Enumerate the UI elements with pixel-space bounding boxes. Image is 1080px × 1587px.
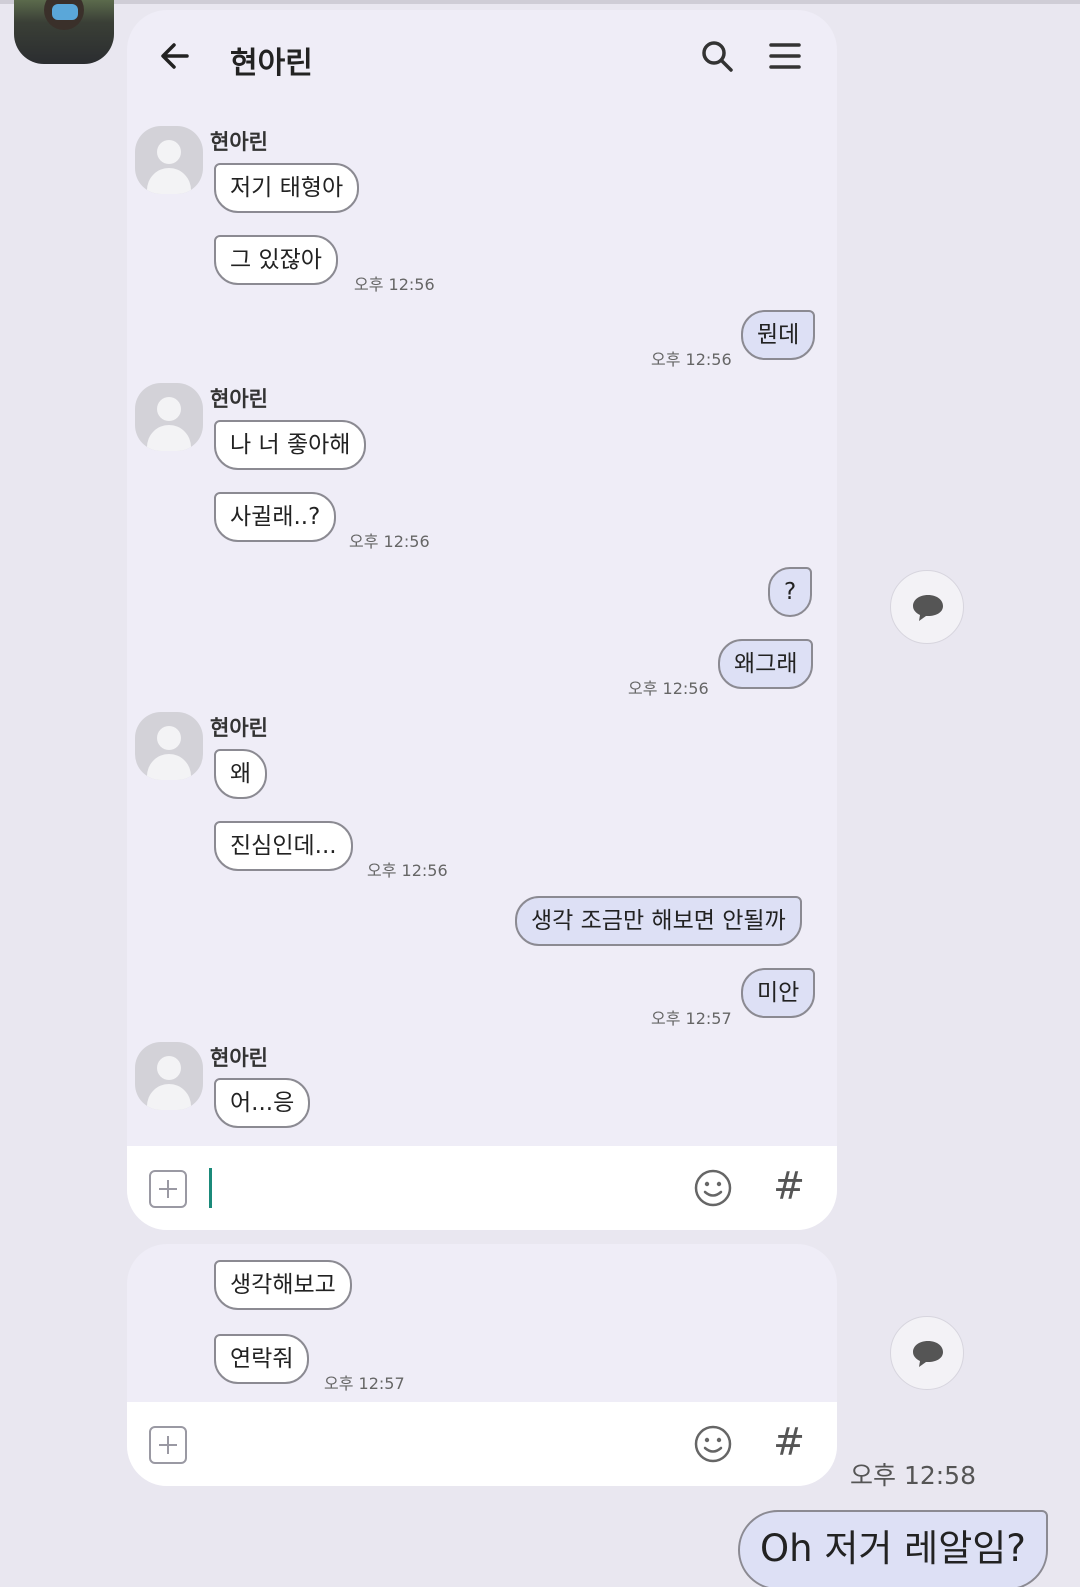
reply-bubble-button[interactable] <box>890 570 964 644</box>
chat-screenshot-2: 생각해보고 연락줘 오후 12:57 # <box>127 1244 837 1486</box>
incoming-message[interactable]: 왜 <box>214 749 268 799</box>
outgoing-message[interactable]: 생각 조금만 해보면 안될까 <box>515 896 802 946</box>
chat-title: 현아린 <box>230 46 313 81</box>
avatar-mask <box>52 4 78 20</box>
message-time: 오후 12:56 <box>354 275 435 294</box>
message-input-bar: # <box>127 1146 837 1230</box>
sender-name: 현아린 <box>210 130 268 154</box>
incoming-message[interactable]: 생각해보고 <box>214 1260 352 1310</box>
message-time: 오후 12:57 <box>324 1374 405 1393</box>
hashtag-button[interactable]: # <box>769 1420 809 1464</box>
outgoing-message[interactable]: ? <box>768 567 813 617</box>
chat-screenshot-1: 현아린 현아린 저기 태형아 그 있잖아 오후 12:56 뭔데 오후 12:5… <box>127 10 837 1230</box>
outgoing-message[interactable]: 미안 <box>741 968 816 1018</box>
outgoing-message[interactable]: Oh 저거 레알임? <box>738 1510 1048 1587</box>
incoming-message[interactable]: 그 있잖아 <box>214 235 338 285</box>
speech-bubble-icon <box>913 1341 943 1367</box>
hamburger-menu-icon[interactable] <box>767 38 807 78</box>
message-time: 오후 12:56 <box>367 861 448 880</box>
reply-bubble-button[interactable] <box>890 1316 964 1390</box>
message-time: 오후 12:58 <box>850 1461 976 1490</box>
sender-avatar[interactable] <box>135 1042 203 1110</box>
message-input-bar: # <box>127 1402 837 1486</box>
sender-avatar[interactable] <box>135 712 203 780</box>
message-time: 오후 12:57 <box>651 1009 732 1028</box>
smiley-icon[interactable] <box>693 1168 733 1208</box>
attach-plus-icon[interactable] <box>149 1170 187 1208</box>
search-icon[interactable] <box>699 38 739 78</box>
chat-header: 현아린 <box>127 10 837 110</box>
attach-plus-icon[interactable] <box>149 1426 187 1464</box>
incoming-message[interactable]: 나 너 좋아해 <box>214 420 367 470</box>
text-cursor[interactable] <box>209 1168 212 1208</box>
message-time: 오후 12:56 <box>651 350 732 369</box>
speech-bubble-icon <box>913 595 943 621</box>
sender-avatar[interactable] <box>135 383 203 451</box>
smiley-icon[interactable] <box>693 1424 733 1464</box>
back-arrow-icon[interactable] <box>157 38 197 78</box>
incoming-message[interactable]: 어...응 <box>214 1078 311 1128</box>
sender-name: 현아린 <box>210 1046 268 1070</box>
incoming-message[interactable]: 사귈래..? <box>214 492 337 542</box>
sender-name: 현아린 <box>210 387 268 411</box>
message-time: 오후 12:56 <box>628 679 709 698</box>
incoming-message[interactable]: 진심인데... <box>214 821 353 871</box>
incoming-message[interactable]: 저기 태형아 <box>214 163 360 213</box>
sender-avatar[interactable] <box>135 126 203 194</box>
message-time: 오후 12:56 <box>349 532 430 551</box>
top-divider <box>0 0 1080 4</box>
sender-name: 현아린 <box>210 716 268 740</box>
profile-avatar[interactable] <box>14 0 114 64</box>
hashtag-button[interactable]: # <box>769 1164 809 1208</box>
incoming-message[interactable]: 연락줘 <box>214 1334 310 1384</box>
outgoing-message[interactable]: 뭔데 <box>741 310 816 360</box>
outgoing-message[interactable]: 왜그래 <box>718 639 814 689</box>
